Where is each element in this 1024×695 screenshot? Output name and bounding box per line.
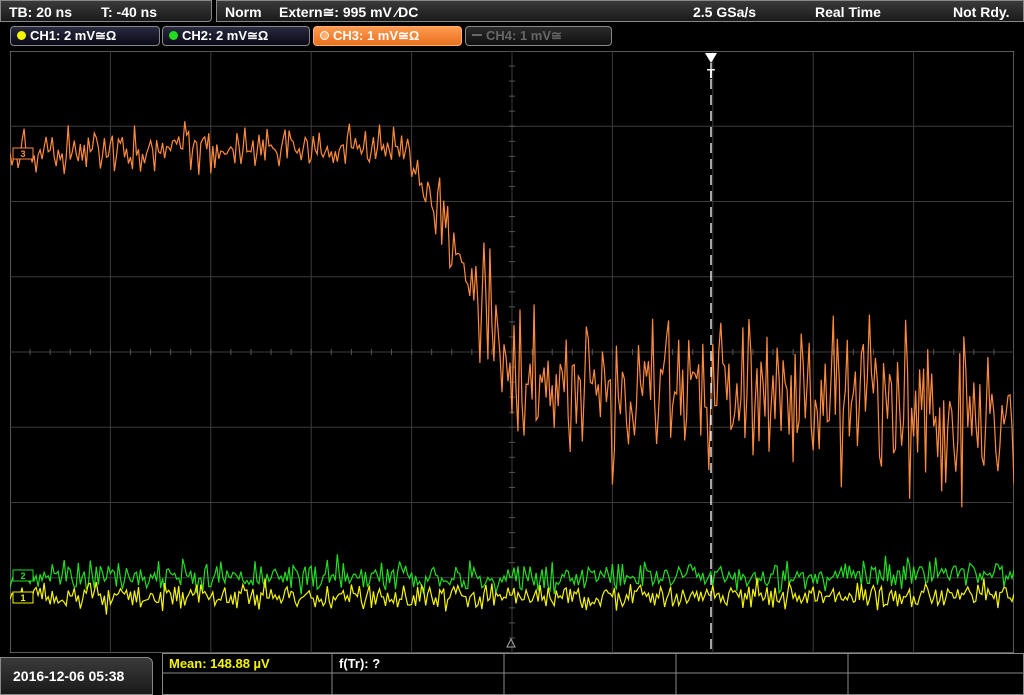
trigger-marker-label: T xyxy=(707,66,715,81)
channel-2-indicator-icon xyxy=(169,31,178,40)
waveform-display[interactable]: T 3 2 1 xyxy=(10,51,1014,653)
channel-3-offset-marker-label: 3 xyxy=(20,149,25,159)
channel-2-offset-marker-label: 2 xyxy=(20,571,25,581)
channel-4-label: CH4: 1 mV≅ xyxy=(486,28,562,43)
top-status-bar: TB: 20 ns T: -40 ns Norm Extern≅: 995 mV… xyxy=(0,0,1024,24)
trigger-source-label[interactable]: Extern≅: 995 mV ∕DC xyxy=(279,4,418,21)
acquisition-mode-label: Real Time xyxy=(815,4,881,20)
channel-1-label: CH1: 2 mV≅Ω xyxy=(30,28,117,43)
datetime-label: 2016-12-06 05:38 xyxy=(13,668,125,684)
channel-4-button[interactable]: CH4: 1 mV≅ xyxy=(465,26,612,46)
measurement-panel[interactable]: Mean: 148.88 µV f(Tr): ? xyxy=(162,653,1024,695)
timebase-label[interactable]: TB: 20 ns xyxy=(9,4,72,20)
channel-2-label: CH2: 2 mV≅Ω xyxy=(182,28,269,43)
acquisition-status-label: Not Rdy. xyxy=(953,4,1010,20)
channel-3-offset-marker[interactable]: 3 xyxy=(12,147,34,160)
datetime-panel: 2016-12-06 05:38 xyxy=(0,657,153,695)
trigger-status-panel[interactable]: Norm Extern≅: 995 mV ∕DC 2.5 GSa/s Real … xyxy=(216,0,1024,22)
timebase-panel[interactable]: TB: 20 ns T: -40 ns xyxy=(0,0,212,22)
trigger-mode-label[interactable]: Norm xyxy=(225,4,262,20)
mean-measurement[interactable]: Mean: 148.88 µV xyxy=(169,656,270,671)
channel-1-indicator-icon xyxy=(17,31,26,40)
channel-3-label: CH3: 1 mV≅Ω xyxy=(333,28,420,43)
channel-2-offset-marker[interactable]: 2 xyxy=(12,569,34,582)
channel-1-offset-marker-label: 1 xyxy=(20,593,25,603)
channel-3-indicator-icon xyxy=(320,31,329,40)
channel-3-button[interactable]: CH3: 1 mV≅Ω xyxy=(313,26,462,46)
channel-1-button[interactable]: CH1: 2 mV≅Ω xyxy=(10,26,160,46)
channel-2-button[interactable]: CH2: 2 mV≅Ω xyxy=(162,26,310,46)
bottom-bar: 2016-12-06 05:38 Mean: 148.88 µV f(Tr): … xyxy=(0,653,1024,695)
trigger-time-label[interactable]: T: -40 ns xyxy=(101,4,157,20)
channel-4-off-icon xyxy=(472,34,482,36)
channel-1-offset-marker[interactable]: 1 xyxy=(12,591,34,604)
sample-rate-label: 2.5 GSa/s xyxy=(693,4,757,20)
channel-bar: CH1: 2 mV≅Ω CH2: 2 mV≅Ω CH3: 1 mV≅Ω CH4:… xyxy=(0,26,1024,48)
rise-frequency-measurement[interactable]: f(Tr): ? xyxy=(339,656,380,671)
